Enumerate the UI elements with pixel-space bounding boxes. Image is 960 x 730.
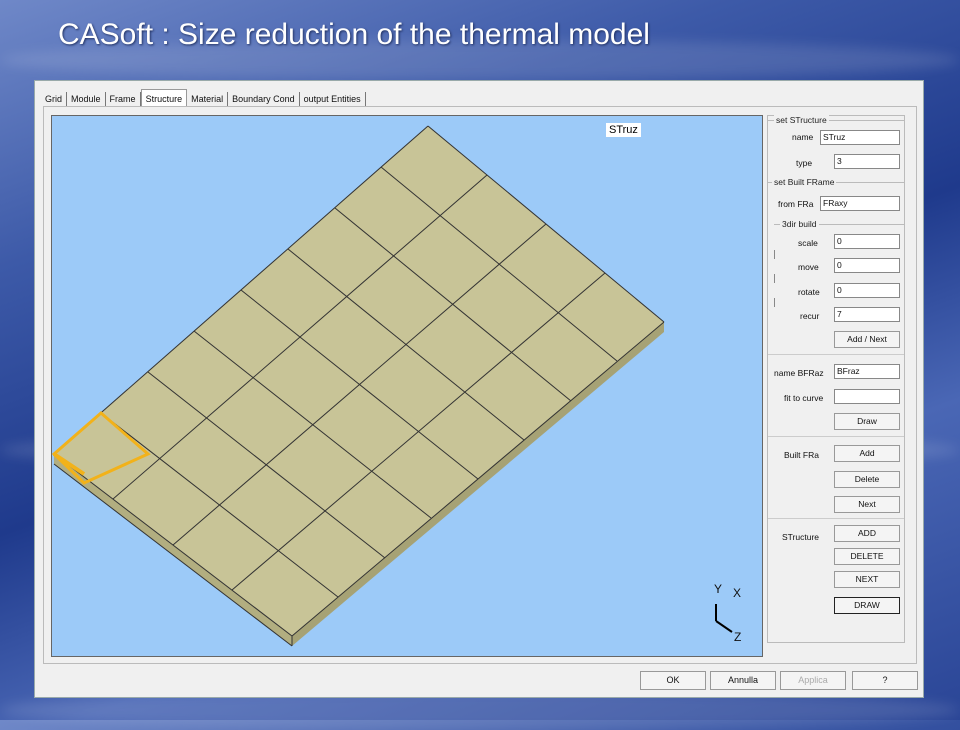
tab-module[interactable]: Module <box>67 92 106 106</box>
help-button[interactable]: ? <box>852 671 918 690</box>
axis-x-label: X <box>733 586 742 600</box>
structure-type-field[interactable]: 3 <box>834 154 900 169</box>
add-next-button[interactable]: Add / Next <box>834 331 900 348</box>
structure-delete-button[interactable]: DELETE <box>834 548 900 565</box>
name-bfraz-label: name BFRaz <box>774 368 824 378</box>
name-bfraz-field[interactable]: BFraz <box>834 364 900 379</box>
tick-mark <box>774 274 775 283</box>
tab-material[interactable]: Material <box>187 92 229 106</box>
rotate-field[interactable]: 0 <box>834 283 900 298</box>
structure-draw-button[interactable]: DRAW <box>834 597 900 614</box>
from-fra-field[interactable]: FRaxy <box>820 196 900 211</box>
move-field[interactable]: 0 <box>834 258 900 273</box>
model-top-face <box>54 126 664 636</box>
casoft-window: Grid Module Frame Structure Material Bou… <box>34 80 924 698</box>
scale-field[interactable]: 0 <box>834 234 900 249</box>
annulla-button[interactable]: Annulla <box>710 671 776 690</box>
recur-field[interactable]: 7 <box>834 307 900 322</box>
built-fra-delete-button[interactable]: Delete <box>834 471 900 488</box>
structure-next-button[interactable]: NEXT <box>834 571 900 588</box>
axis-triad-icon <box>715 604 733 633</box>
3d-viewport[interactable]: STruz Y X Z <box>51 115 763 657</box>
structure-name-field[interactable]: STruz <box>820 130 900 145</box>
rotate-label: rotate <box>798 287 820 297</box>
fit-to-curve-field[interactable] <box>834 389 900 404</box>
ok-button[interactable]: OK <box>640 671 706 690</box>
draw-button[interactable]: Draw <box>834 413 900 430</box>
axis-y-label: Y <box>714 582 723 596</box>
move-label: move <box>798 262 819 272</box>
applica-button[interactable]: Applica <box>780 671 846 690</box>
set-structure-title: set STructure <box>774 115 829 125</box>
structure-add-button[interactable]: ADD <box>834 525 900 542</box>
set-built-frame-title: set Built FRame <box>772 177 837 187</box>
dir-build-title: 3dir build <box>780 219 819 229</box>
built-fra-label: Built FRa <box>784 450 819 460</box>
tick-mark <box>774 250 775 259</box>
tab-bar: Grid Module Frame Structure Material Bou… <box>41 89 366 106</box>
separator <box>768 436 904 437</box>
slide-title: CASoft : Size reduction of the thermal m… <box>58 18 650 51</box>
name-label: name <box>792 132 814 142</box>
from-fra-label: from FRa <box>778 199 814 209</box>
built-fra-next-button[interactable]: Next <box>834 496 900 513</box>
type-label: type <box>796 158 813 168</box>
separator <box>768 354 904 355</box>
structure-name-label: STruz <box>606 123 641 137</box>
tick-mark <box>774 298 775 307</box>
axis-z-label: Z <box>734 630 742 644</box>
built-fra-add-button[interactable]: Add <box>834 445 900 462</box>
tab-boundary-cond[interactable]: Boundary Cond <box>228 92 300 106</box>
recur-label: recur <box>800 311 820 321</box>
structure-label: STructure <box>782 532 820 542</box>
tab-frame[interactable]: Frame <box>106 92 141 106</box>
fit-to-curve-label: fit to curve <box>784 393 824 403</box>
tab-grid[interactable]: Grid <box>41 92 68 106</box>
structure-model <box>52 125 733 647</box>
structure-sidebar: set STructure name STruz type 3 set Buil… <box>767 115 905 643</box>
separator <box>768 518 904 519</box>
tab-output-entities[interactable]: output Entities <box>300 92 366 106</box>
scale-label: scale <box>798 238 818 248</box>
tab-structure[interactable]: Structure <box>140 89 188 106</box>
